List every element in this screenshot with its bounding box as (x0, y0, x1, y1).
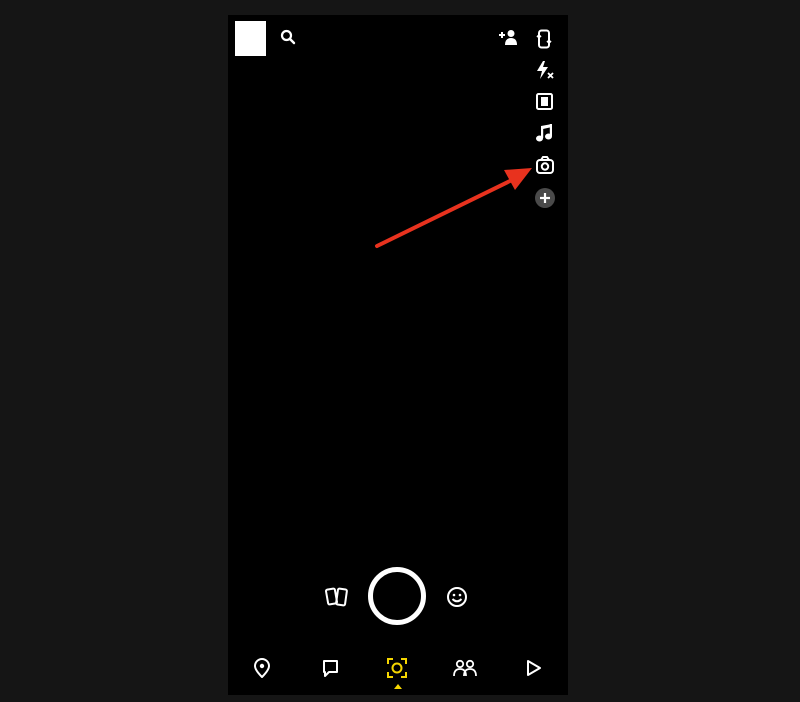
dual-camera-icon[interactable] (535, 155, 555, 175)
profile-avatar[interactable] (235, 21, 266, 56)
lenses-icon[interactable] (446, 586, 468, 608)
stories-icon[interactable] (453, 659, 477, 677)
map-icon[interactable] (253, 658, 271, 678)
music-icon[interactable] (535, 123, 553, 143)
phone-screen (228, 15, 568, 695)
shutter-button[interactable] (368, 567, 426, 625)
spotlight-icon[interactable] (525, 659, 542, 677)
plus-circle-icon[interactable] (534, 187, 556, 209)
camera-icon[interactable] (386, 657, 408, 679)
memories-icon[interactable] (325, 586, 349, 608)
add-friend-icon[interactable] (498, 29, 518, 45)
chat-icon[interactable] (322, 659, 339, 677)
search-icon[interactable] (280, 29, 296, 45)
video-mode-icon[interactable] (536, 93, 553, 110)
flash-off-icon[interactable] (535, 60, 555, 80)
flip-camera-icon[interactable] (536, 29, 552, 49)
active-tab-indicator (394, 684, 402, 689)
